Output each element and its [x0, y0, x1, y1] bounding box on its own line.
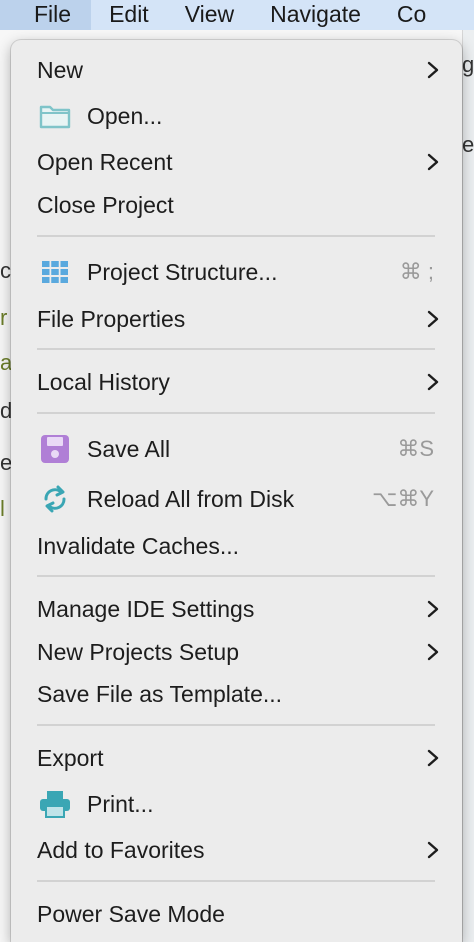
menu-item-label: Open... [87, 102, 163, 129]
print-icon [39, 788, 71, 820]
menu-item-label: File Properties [37, 305, 186, 332]
menu-item-label: Export [37, 744, 104, 771]
menu-separator [37, 348, 435, 350]
menu-item-label: Power Save Mode [37, 900, 225, 927]
menu-item-shortcut: ⌥⌘Y [371, 486, 434, 511]
bg-text-fragment: r [0, 305, 8, 330]
menu-item-label: Close Project [37, 191, 174, 218]
menubar-view[interactable]: View [167, 0, 252, 30]
menu-item-label: Save All [87, 435, 171, 462]
menu-item-export[interactable]: Export [11, 738, 462, 778]
chevron-right-icon [427, 61, 439, 79]
menu-item-label: Print... [87, 790, 154, 817]
menubar-file[interactable]: File [0, 0, 92, 30]
menu-item-print[interactable]: Print... [11, 784, 462, 824]
menu-item-label: Save File as Template... [37, 680, 283, 707]
menu-item-close-project[interactable]: Close Project [11, 185, 462, 225]
menu-item-open[interactable]: Open... [11, 96, 462, 136]
bg-text-fragment: g [462, 52, 474, 77]
menu-bar: File Edit View Navigate Co [0, 0, 474, 30]
save-icon [39, 433, 71, 465]
menu-separator [37, 724, 435, 726]
chevron-right-icon [427, 841, 439, 859]
menu-item-open-recent[interactable]: Open Recent [11, 142, 462, 182]
project-structure-icon [39, 256, 71, 288]
menu-item-label: Project Structure... [87, 258, 278, 285]
menu-item-label: Local History [37, 368, 170, 395]
chevron-right-icon [427, 749, 439, 767]
menu-item-add-to-favorites[interactable]: Add to Favorites [11, 830, 462, 870]
ide-right-edge [462, 30, 474, 942]
menubar-edit[interactable]: Edit [91, 0, 167, 30]
menu-item-label: New [37, 56, 84, 83]
menu-item-invalidate-caches[interactable]: Invalidate Caches... [11, 526, 462, 566]
menu-item-power-save-mode[interactable]: Power Save Mode [11, 894, 462, 934]
menu-separator [37, 412, 435, 414]
folder-icon [39, 100, 71, 132]
chevron-right-icon [427, 600, 439, 618]
menubar-navigate[interactable]: Navigate [252, 0, 379, 30]
chevron-right-icon [427, 643, 439, 661]
menu-item-project-structure[interactable]: Project Structure... ⌘ ; [11, 252, 462, 292]
bg-text-fragment: e [462, 132, 474, 157]
chevron-right-icon [427, 310, 439, 328]
bg-text-fragment: l [0, 496, 5, 521]
menu-item-label: Open Recent [37, 148, 173, 175]
bg-text-fragment: c [0, 258, 11, 283]
menu-item-save-all[interactable]: Save All ⌘S [11, 429, 462, 469]
menu-item-label: New Projects Setup [37, 638, 239, 665]
menu-item-reload-all[interactable]: Reload All from Disk ⌥⌘Y [11, 479, 462, 519]
menu-item-new[interactable]: New [11, 50, 462, 90]
menu-item-shortcut: ⌘S [397, 436, 434, 461]
menu-item-local-history[interactable]: Local History [11, 362, 462, 402]
menu-separator [37, 880, 435, 882]
chevron-right-icon [427, 153, 439, 171]
menu-item-manage-ide-settings[interactable]: Manage IDE Settings [11, 589, 462, 629]
reload-icon [39, 483, 71, 515]
menu-item-label: Add to Favorites [37, 836, 205, 863]
menu-separator [37, 575, 435, 577]
menu-item-label: Reload All from Disk [87, 485, 295, 512]
menu-item-shortcut: ⌘ ; [399, 259, 434, 284]
chevron-right-icon [427, 373, 439, 391]
file-menu: New Open... Open Recent Close Project Pr… [11, 40, 462, 942]
menu-separator [37, 235, 435, 237]
menubar-code[interactable]: Co [379, 0, 444, 30]
menu-item-save-file-as-template[interactable]: Save File as Template... [11, 674, 462, 714]
menu-item-label: Manage IDE Settings [37, 595, 255, 622]
menu-item-file-properties[interactable]: File Properties [11, 299, 462, 339]
menu-item-new-projects-setup[interactable]: New Projects Setup [11, 632, 462, 672]
menu-item-label: Invalidate Caches... [37, 532, 240, 559]
